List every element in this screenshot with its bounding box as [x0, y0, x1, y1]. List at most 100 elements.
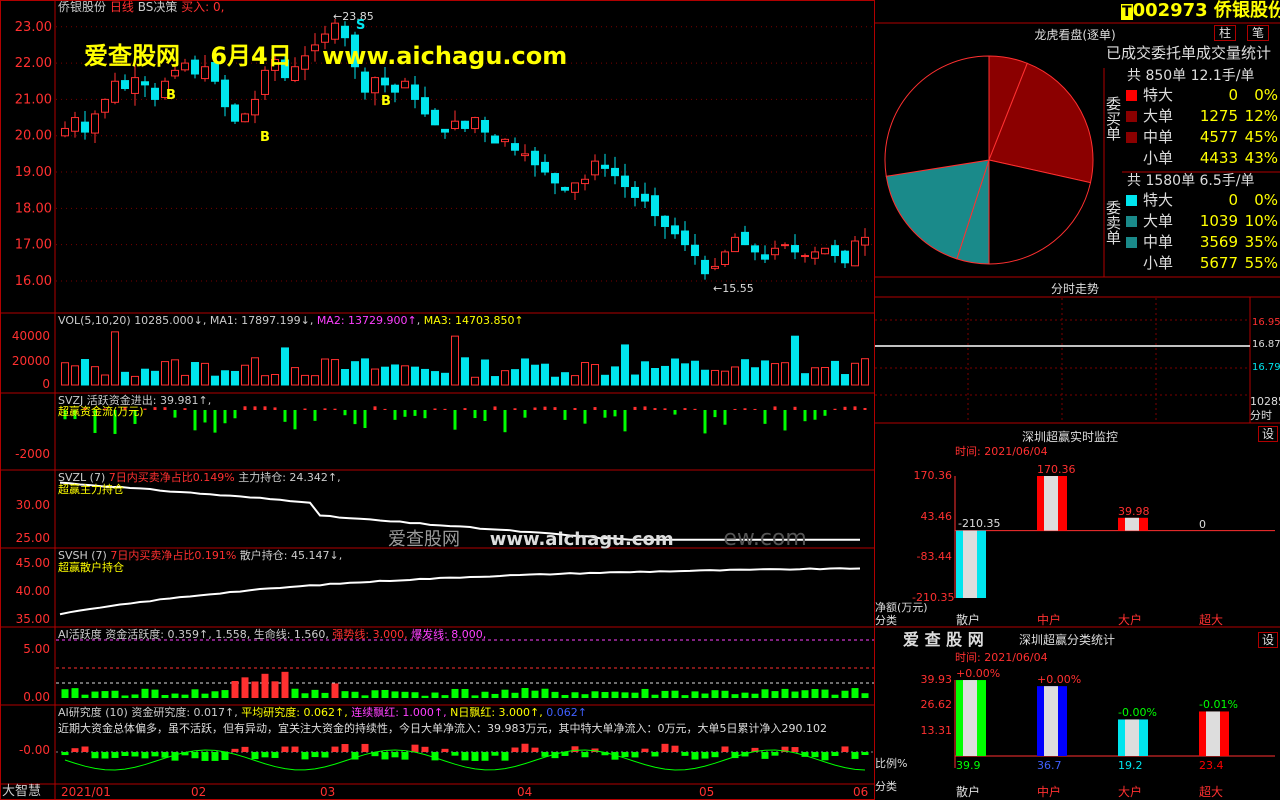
ai-avg-value: 平均研究度: 0.062↑,	[241, 706, 348, 719]
realtime-ytick: -210.35	[912, 591, 955, 604]
realtime-time: 时间: 2021/06/04	[955, 445, 1048, 458]
candle-body	[631, 186, 639, 198]
candle-body	[791, 245, 799, 253]
order-row: 小单 5677 55%	[1126, 256, 1278, 271]
candle-body	[111, 80, 119, 103]
volume-bar	[331, 359, 339, 386]
category-value-label: 39.9	[956, 759, 981, 772]
realtime-ytick: 43.46	[920, 509, 953, 523]
ai-nday-value: N日飘红: 3.000↑,	[450, 706, 543, 719]
ai-active-bar	[771, 691, 779, 698]
volume-bar	[371, 368, 379, 386]
svzj-bar	[703, 410, 707, 434]
volume-bar	[311, 375, 319, 386]
ai-active-bar	[271, 681, 279, 698]
volume-bar	[451, 335, 459, 386]
order-row-label: 大单	[1143, 212, 1174, 230]
svzj-bar	[193, 410, 197, 431]
volume-bar	[581, 362, 589, 386]
strategy-label[interactable]: BS决策	[138, 0, 178, 14]
x-label: 03	[320, 785, 336, 799]
svzj-bar	[373, 406, 377, 410]
volume-bar	[591, 364, 599, 386]
zhu-button[interactable]: 柱	[1214, 25, 1237, 41]
candle-body	[471, 117, 479, 130]
ai-active-bar	[741, 692, 749, 698]
realtime-category-label: 散户	[956, 613, 981, 627]
ai-active-bar	[341, 691, 349, 698]
volume-bar	[701, 369, 709, 386]
x-label: 05	[699, 785, 715, 799]
ai-active-bar	[401, 691, 409, 698]
svsh-hold: 散户持仓: 45.147↓,	[239, 549, 343, 562]
category-name-label: 散户	[956, 785, 981, 799]
volume-bar	[291, 367, 299, 386]
svsh-legend: 超赢散户持仓	[58, 561, 124, 574]
svzj-bar	[403, 410, 407, 417]
order-row-percent: 12%	[1244, 107, 1278, 125]
volume-bar	[671, 358, 679, 386]
intraday-ytick: 16.79	[1252, 362, 1280, 373]
ai-active-bar	[281, 671, 289, 698]
volume-bar	[481, 359, 489, 386]
ai-active-bar	[451, 688, 459, 698]
ma2-value: MA2: 13729.900↑	[316, 314, 417, 327]
volume-bar	[321, 358, 329, 386]
period-label[interactable]: 日线	[110, 0, 134, 14]
category-name-label: 大户	[1118, 785, 1143, 799]
svzj-bar	[733, 408, 737, 410]
ai-active-bar	[61, 689, 69, 698]
price-tick-label: 17.00	[15, 238, 52, 253]
ai-active-bar	[731, 694, 739, 698]
ai-research-bar	[361, 743, 369, 752]
candle-body	[251, 98, 259, 116]
watermark-url: www.aichagu.com	[322, 42, 568, 70]
volume-bar	[841, 374, 849, 386]
ai-active-bar	[671, 690, 679, 698]
ai-active-bar	[441, 695, 449, 698]
category-ytick: 39.93	[920, 673, 953, 686]
candle-body	[761, 254, 769, 260]
pie-title: 龙虎看盘(逐单)	[1034, 28, 1116, 42]
volume-bar	[141, 368, 149, 386]
ai-research-bar	[491, 752, 499, 756]
realtime-settings-button[interactable]: 设	[1258, 426, 1279, 442]
ai-active-bar	[841, 690, 849, 698]
swatch-icon	[1126, 258, 1137, 269]
svzj-bar	[763, 410, 767, 424]
ai-research-bar	[721, 746, 729, 752]
ai-research-comment: 近期大资金总体偏多，虽不活跃，但有异动，宜关注大资金的持续性，今日大单净流入：3…	[58, 722, 827, 735]
stock-name-label: 侨银股份	[58, 0, 107, 14]
low-price-annotation: ←15.55	[713, 282, 754, 295]
volume-header: VOL(5,10,20) 10285.000↓, MA1: 17897.199↓…	[58, 314, 524, 327]
category-bar-highlight	[963, 680, 977, 756]
ai-research-bar	[151, 752, 159, 757]
order-row-count: 4577	[1199, 128, 1238, 146]
bi-button[interactable]: 笔	[1247, 25, 1270, 41]
candle-body	[201, 66, 209, 80]
volume-bar	[741, 359, 749, 386]
ai-research-bar	[231, 748, 239, 752]
ai-research-bar	[861, 752, 869, 756]
ai-research-bar	[91, 752, 99, 759]
order-row-label: 大单	[1143, 107, 1174, 125]
ai-active-bar	[351, 691, 359, 698]
svzj-bar	[513, 408, 517, 410]
volume-bar	[851, 362, 859, 386]
ai-research-bar	[221, 752, 229, 761]
svzj-bar	[623, 410, 627, 432]
sell-total: 共 1580单 6.5手/单	[1127, 173, 1255, 189]
swatch-icon	[1126, 90, 1137, 101]
candle-body	[551, 173, 559, 184]
ai-research-bar	[811, 752, 819, 758]
ai-research-bar	[621, 752, 629, 758]
vol-ytick: 0	[42, 377, 50, 391]
category-settings-button[interactable]: 设	[1258, 632, 1279, 648]
ai-active-bar	[101, 691, 109, 698]
realtime-category-label: 大户	[1118, 613, 1143, 627]
ai-active-bar	[141, 688, 149, 698]
ai-active-bar	[751, 693, 759, 698]
pie-slice	[884, 55, 990, 177]
x-label: 04	[517, 785, 533, 799]
x-label: 06	[853, 785, 869, 799]
